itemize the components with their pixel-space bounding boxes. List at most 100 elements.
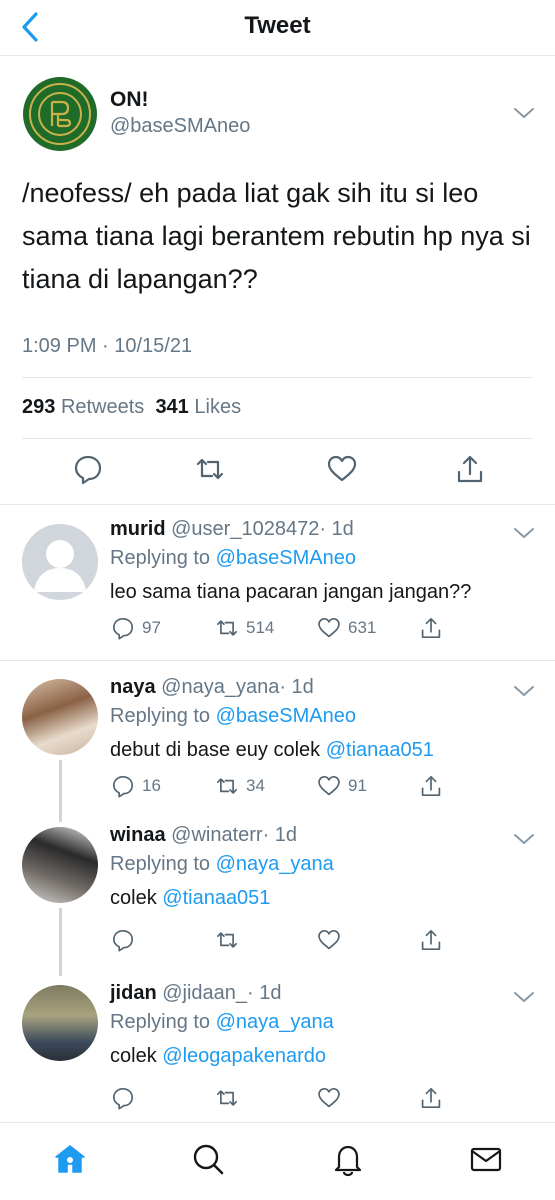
reply-text-body: debut di base euy colek xyxy=(110,739,321,761)
replying-to: Replying to @baseSMAneo xyxy=(110,705,356,728)
retweet-icon xyxy=(216,932,238,948)
reply-retweet-button[interactable]: 34 xyxy=(214,772,265,800)
replying-prefix: Replying to xyxy=(110,1011,211,1033)
like-count: 631 xyxy=(348,618,377,637)
retweet-icon xyxy=(216,620,238,636)
bell-icon[interactable] xyxy=(330,1141,366,1177)
share-icon xyxy=(421,617,441,639)
reply-comment-button[interactable] xyxy=(110,1084,136,1112)
avatar[interactable] xyxy=(22,679,98,755)
reply-actions xyxy=(110,1084,530,1114)
retweet-icon xyxy=(216,1090,238,1106)
reply-like-button[interactable] xyxy=(316,926,342,954)
default-avatar-icon xyxy=(34,540,86,592)
reply-author-name[interactable]: jidan xyxy=(110,982,157,1004)
tweet-stats: 293 Retweets 341 Likes xyxy=(22,396,241,419)
reply-icon xyxy=(112,929,134,952)
replying-to-link[interactable]: @naya_yana xyxy=(216,1011,334,1033)
replying-to-link[interactable]: @baseSMAneo xyxy=(216,705,356,727)
mail-icon[interactable] xyxy=(468,1141,504,1177)
reply-header: murid @user_1028472· 1d xyxy=(110,518,354,541)
reply-retweet-button[interactable] xyxy=(214,1084,240,1112)
reply-item[interactable]: jidan @jidaan_· 1d Replying to @naya_yan… xyxy=(0,982,555,1112)
chevron-down-icon[interactable] xyxy=(513,106,535,120)
reply-author-handle[interactable]: @jidaan_ xyxy=(162,982,247,1004)
heart-icon xyxy=(318,617,340,638)
reply-icon xyxy=(112,775,134,798)
chevron-down-icon[interactable] xyxy=(513,526,535,540)
search-icon[interactable] xyxy=(190,1141,226,1177)
replying-to-link[interactable]: @baseSMAneo xyxy=(216,547,356,569)
section-separator xyxy=(0,660,555,661)
reply-author-handle[interactable]: @winaterr xyxy=(171,824,262,846)
reply-author-name[interactable]: naya xyxy=(110,676,156,698)
home-icon[interactable] xyxy=(52,1141,88,1177)
replying-to: Replying to @naya_yana xyxy=(110,1011,334,1034)
author-name[interactable]: ON! xyxy=(110,88,149,112)
mention-link[interactable]: @leogapakenardo xyxy=(162,1045,326,1067)
reply-retweet-button[interactable]: 514 xyxy=(214,614,274,642)
reply-actions: 97 514 631 xyxy=(110,614,530,644)
reply-share-button[interactable] xyxy=(418,614,444,642)
reply-item[interactable]: winaa @winaterr· 1d Replying to @naya_ya… xyxy=(0,824,555,964)
avatar[interactable] xyxy=(22,827,98,903)
reply-header: naya @naya_yana· 1d xyxy=(110,676,314,699)
tweet-timestamp: 1:09 PM · 10/15/21 xyxy=(22,335,193,357)
replying-to-link[interactable]: @naya_yana xyxy=(216,853,334,875)
page-title: Tweet xyxy=(244,12,311,39)
reply-comment-button[interactable]: 97 xyxy=(110,614,161,642)
heart-icon xyxy=(318,775,340,796)
reply-icon xyxy=(112,1087,134,1110)
replying-to: Replying to @baseSMAneo xyxy=(110,547,356,570)
reply-like-button[interactable] xyxy=(316,1084,342,1112)
share-icon xyxy=(421,929,441,951)
likes-label[interactable]: Likes xyxy=(194,396,241,418)
mention-link[interactable]: @tianaa051 xyxy=(162,887,270,909)
reply-share-button[interactable] xyxy=(418,926,444,954)
reply-like-button[interactable]: 631 xyxy=(316,614,376,642)
reply-actions xyxy=(110,926,530,956)
avatar[interactable] xyxy=(22,76,98,152)
author-handle[interactable]: @baseSMAneo xyxy=(110,115,250,138)
top-bar: Tweet xyxy=(0,0,555,56)
retweet-icon[interactable] xyxy=(193,452,227,486)
reply-author-handle[interactable]: @user_1028472 xyxy=(171,518,319,540)
retweet-count[interactable]: 293 xyxy=(22,396,55,418)
reply-age: · 1d xyxy=(247,982,282,1004)
replying-prefix: Replying to xyxy=(110,705,211,727)
reply-comment-button[interactable]: 16 xyxy=(110,772,161,800)
reply-share-button[interactable] xyxy=(418,1084,444,1112)
reply-item[interactable]: naya @naya_yana· 1d Replying to @baseSMA… xyxy=(0,676,555,816)
reply-text: colek @leogapakenardo xyxy=(110,1045,326,1068)
retweet-count: 34 xyxy=(246,776,265,795)
reply-author-name[interactable]: murid xyxy=(110,518,166,540)
reply-icon[interactable] xyxy=(71,452,105,486)
share-icon xyxy=(421,1087,441,1109)
reply-icon xyxy=(112,617,134,640)
chevron-down-icon[interactable] xyxy=(513,832,535,846)
section-separator xyxy=(0,504,555,505)
chevron-down-icon[interactable] xyxy=(513,990,535,1004)
reply-author-name[interactable]: winaa xyxy=(110,824,166,846)
chevron-down-icon[interactable] xyxy=(513,684,535,698)
reply-text-body: leo sama tiana pacaran jangan jangan?? xyxy=(110,581,472,603)
retweet-icon xyxy=(216,778,238,794)
reply-actions: 16 34 91 xyxy=(110,772,530,802)
avatar[interactable] xyxy=(22,985,98,1061)
reply-share-button[interactable] xyxy=(418,772,444,800)
retweets-label[interactable]: Retweets xyxy=(61,396,144,418)
share-icon[interactable] xyxy=(453,452,487,486)
avatar[interactable] xyxy=(22,524,98,600)
reply-header: winaa @winaterr· 1d xyxy=(110,824,297,847)
like-count: 91 xyxy=(348,776,367,795)
heart-icon xyxy=(318,929,340,950)
mention-link[interactable]: @tianaa051 xyxy=(326,739,434,761)
reply-retweet-button[interactable] xyxy=(214,926,240,954)
reply-like-button[interactable]: 91 xyxy=(316,772,367,800)
reply-item[interactable]: murid @user_1028472· 1d Replying to @bas… xyxy=(0,518,555,658)
divider xyxy=(22,438,533,439)
reply-comment-button[interactable] xyxy=(110,926,136,954)
like-count[interactable]: 341 xyxy=(155,396,188,418)
heart-icon[interactable] xyxy=(325,452,359,486)
reply-author-handle[interactable]: @naya_yana xyxy=(161,676,279,698)
